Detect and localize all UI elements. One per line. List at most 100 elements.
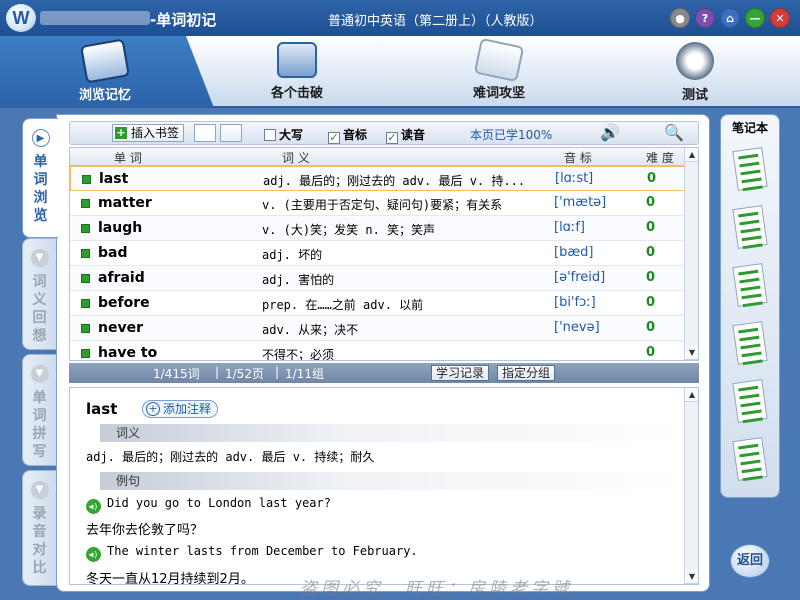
pen-paper-icon	[473, 37, 525, 83]
status-square-icon	[81, 249, 90, 258]
side-tab-spelling[interactable]: ▼ 单词拼写	[22, 354, 56, 466]
row-word: laugh	[98, 220, 143, 236]
table-header: 单 词 词 义 音 标 难 度	[70, 148, 698, 166]
table-row[interactable]: laugh v. (大)笑；发笑 n. 笑；笑声 [lɑːf] 0	[70, 216, 698, 241]
row-meaning: v. (主要用于否定句、疑问句)要紧；有关系	[262, 198, 503, 212]
status-bar: 1/415词 | 1/52页 | 1/11组 学习记录 指定分组	[69, 363, 699, 383]
chevron-down-icon: ▼	[30, 365, 49, 383]
notebook-panel: 笔记本	[720, 114, 780, 498]
window-controls: ●? ⌂ — ✕	[670, 8, 790, 28]
minimize-button[interactable]: —	[745, 8, 765, 28]
nav-tab-test[interactable]: 测试	[650, 36, 740, 108]
nav-tab-hard-words[interactable]: 难词攻坚	[454, 36, 544, 108]
app-logo-icon: W	[6, 4, 36, 32]
search-icon[interactable]: 🔍	[664, 123, 684, 142]
table-row[interactable]: afraid adj. 害怕的 [ə'freid] 0	[70, 266, 698, 291]
status-square-icon	[81, 199, 90, 208]
word-detail: last + 添加注释 词义 adj. 最后的；刚过去的 adv. 最后 v. …	[69, 387, 699, 585]
clock-trophy-icon	[676, 42, 714, 80]
row-phonetic: [bæd]	[554, 245, 594, 260]
row-difficulty: 0	[646, 195, 656, 210]
side-tab-meaning-recall[interactable]: ▼ 词义回想	[22, 238, 56, 350]
speaker-icon[interactable]: 🔊	[600, 123, 620, 142]
status-square-icon	[81, 224, 90, 233]
side-tab-word-browse[interactable]: ▶ 单词浏览	[22, 118, 58, 238]
row-difficulty: 0	[646, 245, 656, 260]
play-sound-icon[interactable]: ◀)	[86, 499, 101, 514]
minimize-to-tray-button[interactable]: ●	[670, 8, 690, 28]
side-tab-record-compare[interactable]: ▼ 录音对比	[22, 470, 56, 586]
row-meaning: adj. 最后的；刚过去的 adv. 最后 v. 持...	[263, 174, 526, 188]
status-square-icon	[81, 299, 90, 308]
row-difficulty: 0	[647, 171, 657, 186]
detail-meaning: adj. 最后的；刚过去的 adv. 最后 v. 持续；耐久	[86, 450, 375, 464]
abc-card-icon	[80, 38, 130, 84]
row-phonetic: ['mætə]	[554, 195, 607, 210]
table-row[interactable]: before prep. 在……之前 adv. 以前 [bi'fɔː] 0	[70, 291, 698, 316]
target-flag-icon	[277, 42, 317, 78]
table-row[interactable]: bad adj. 坏的 [bæd] 0	[70, 241, 698, 266]
table-body: last adj. 最后的；刚过去的 adv. 最后 v. 持... [lɑːst]…	[70, 166, 698, 360]
example-section-header: 例句	[100, 472, 684, 490]
home-button[interactable]: ⌂	[720, 8, 740, 28]
scroll-down-icon[interactable]: ▼	[685, 570, 698, 584]
app-title: -单词初记	[150, 11, 217, 29]
nav-tab-browse[interactable]: 浏览记忆	[60, 36, 150, 108]
scroll-up-icon[interactable]: ▲	[685, 388, 698, 402]
scroll-down-icon[interactable]: ▼	[685, 346, 698, 360]
thermometer-icon[interactable]	[220, 124, 242, 142]
row-word: last	[99, 171, 129, 187]
bookmark-slot[interactable]	[194, 124, 216, 142]
reading-checkbox[interactable]: ✓ 读音	[386, 126, 425, 144]
back-button[interactable]: 返回	[730, 544, 770, 578]
notebook-title: 笔记本	[731, 121, 768, 135]
page-progress: 本页已学100%	[470, 128, 553, 142]
table-row[interactable]: matter v. (主要用于否定句、疑问句)要紧；有关系 ['mætə] 0	[70, 191, 698, 216]
detail-word: last	[86, 400, 118, 418]
row-word: bad	[98, 245, 128, 261]
row-meaning: adv. 从来；决不	[262, 323, 359, 337]
play-bullet-icon: ▶	[31, 129, 50, 147]
row-difficulty: 0	[646, 320, 656, 335]
chevron-down-icon: ▼	[30, 249, 49, 267]
main-nav: 浏览记忆 各个击破 难词攻坚 测试	[0, 36, 800, 108]
table-row[interactable]: never adv. 从来；决不 ['nevə] 0	[70, 316, 698, 341]
notebook-page-icon[interactable]	[732, 321, 768, 366]
chevron-down-icon: ▼	[30, 481, 49, 499]
row-meaning: adj. 害怕的	[262, 273, 335, 287]
example-en: ◀) Did you go to London last year?	[86, 496, 331, 514]
toolbar: + 插入书签 大写 ✓ 音标 ✓ 读音 本页已学100% 🔊 🔍	[69, 121, 699, 145]
detail-scrollbar[interactable]: ▲ ▼	[684, 388, 698, 584]
row-word: afraid	[98, 270, 145, 286]
row-difficulty: 0	[646, 270, 656, 285]
study-record-button[interactable]: 学习记录	[431, 365, 490, 381]
help-button[interactable]: ?	[695, 8, 715, 28]
assign-group-button[interactable]: 指定分组	[497, 365, 556, 381]
row-difficulty: 0	[646, 295, 656, 310]
close-button[interactable]: ✕	[770, 8, 790, 28]
table-row[interactable]: have to 不得不；必须 0	[70, 341, 698, 360]
uppercase-checkbox[interactable]: 大写	[264, 126, 303, 143]
notebook-page-icon[interactable]	[732, 205, 768, 250]
book-title: 普通初中英语（第二册上）（人教版）	[328, 14, 543, 29]
row-meaning: v. (大)笑；发笑 n. 笑；笑声	[262, 223, 436, 237]
table-row[interactable]: last adj. 最后的；刚过去的 adv. 最后 v. 持... [lɑːst]…	[70, 166, 698, 191]
example-en: ◀) The winter lasts from December to Febr…	[86, 544, 418, 562]
plus-icon: +	[115, 126, 127, 139]
play-sound-icon[interactable]: ◀)	[86, 547, 101, 562]
notebook-page-icon[interactable]	[732, 263, 768, 308]
add-note-button[interactable]: + 添加注释	[142, 400, 219, 418]
notebook-page-icon[interactable]	[732, 379, 768, 424]
nav-tab-break[interactable]: 各个击破	[252, 36, 342, 108]
row-difficulty: 0	[646, 220, 656, 235]
notebook-page-icon[interactable]	[732, 437, 768, 482]
group-count: 1/11组	[285, 367, 324, 381]
phonetic-checkbox[interactable]: ✓ 音标	[328, 126, 367, 144]
meaning-section-header: 词义	[100, 424, 684, 442]
scroll-up-icon[interactable]: ▲	[685, 148, 698, 162]
insert-bookmark-button[interactable]: + 插入书签	[112, 124, 185, 142]
table-scrollbar[interactable]: ▲ ▼	[684, 148, 698, 360]
notebook-page-icon[interactable]	[732, 147, 768, 192]
row-phonetic: ['nevə]	[554, 320, 600, 335]
word-table: 单 词 词 义 音 标 难 度 last adj. 最后的；刚过去的 adv. 最…	[69, 147, 699, 361]
